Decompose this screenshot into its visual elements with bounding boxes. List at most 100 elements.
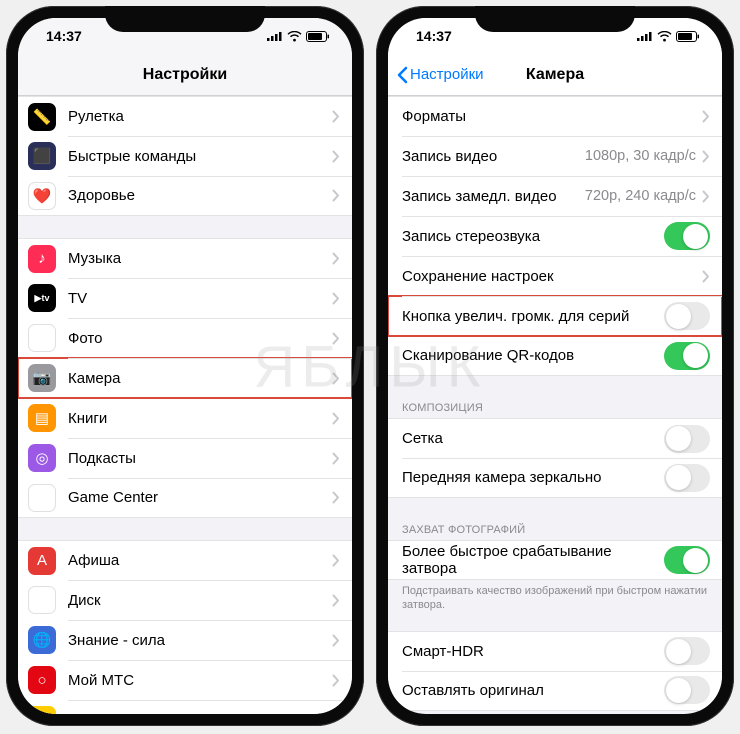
- row-smart-hdr[interactable]: Смарт-HDR: [388, 631, 722, 671]
- row-value: 720p, 240 кадр/с: [585, 188, 696, 204]
- chevron-right-icon: [702, 190, 710, 203]
- chevron-right-icon: [332, 372, 340, 385]
- chevron-right-icon: [332, 150, 340, 163]
- row-label: Сканирование QR-кодов: [402, 347, 664, 364]
- row-books[interactable]: ▤ Книги: [18, 398, 352, 438]
- row-znanie[interactable]: 🌐 Знание - сила: [18, 620, 352, 660]
- toggle-grid[interactable]: [664, 425, 710, 453]
- row-label: Камера: [68, 370, 332, 387]
- row-podcasts[interactable]: ◎ Подкасты: [18, 438, 352, 478]
- row-afisha[interactable]: A Афиша: [18, 540, 352, 580]
- back-label: Настройки: [410, 66, 484, 83]
- mymts-icon: ○: [28, 666, 56, 694]
- group-3: A Афиша ☁ Диск 🌐 Знание - сила ○ Мой МТС…: [18, 540, 352, 714]
- chevron-right-icon: [332, 594, 340, 607]
- hdr-footer: Смарт-HDR смешивает лучшие фрагменты тре…: [388, 711, 722, 714]
- row-qr[interactable]: Сканирование QR-кодов: [388, 336, 722, 376]
- row-record-slomo[interactable]: Запись замедл. видео 720p, 240 кадр/с: [388, 176, 722, 216]
- row-label: TV: [68, 290, 332, 307]
- row-gamecenter[interactable]: ● Game Center: [18, 478, 352, 518]
- row-label: Сетка: [402, 430, 664, 447]
- row-formats[interactable]: Форматы: [388, 96, 722, 136]
- gamecenter-icon: ●: [28, 484, 56, 512]
- camera-settings-list[interactable]: Форматы Запись видео 1080p, 30 кадр/с За…: [388, 96, 722, 714]
- row-music[interactable]: ♪ Музыка: [18, 238, 352, 278]
- row-keep-original[interactable]: Оставлять оригинал: [388, 671, 722, 711]
- shortcuts-icon: ⬛: [28, 142, 56, 170]
- row-health[interactable]: ❤️ Здоровье: [18, 176, 352, 216]
- signal-icon: [637, 31, 653, 41]
- row-volume-burst[interactable]: Кнопка увелич. громк. для серий: [388, 296, 722, 336]
- chevron-right-icon: [332, 714, 340, 715]
- toggle-mirror-front[interactable]: [664, 464, 710, 492]
- chevron-right-icon: [332, 332, 340, 345]
- toggle-qr[interactable]: [664, 342, 710, 370]
- znanie-icon: 🌐: [28, 626, 56, 654]
- status-time: 14:37: [46, 28, 82, 44]
- chevron-right-icon: [702, 270, 710, 283]
- chevron-right-icon: [702, 110, 710, 123]
- wifi-icon: [657, 31, 672, 42]
- row-label: Подкасты: [68, 450, 332, 467]
- navigator-icon: ➤: [28, 706, 56, 714]
- row-grid[interactable]: Сетка: [388, 418, 722, 458]
- row-label: Сохранение настроек: [402, 268, 702, 285]
- settings-list[interactable]: 📏 Рулетка ⬛ Быстрые команды ❤️ Здоровье …: [18, 96, 352, 714]
- composition-group: КОМПОЗИЦИЯ Сетка Передняя камера зеркаль…: [388, 398, 722, 498]
- toggle-faster-shutter[interactable]: [664, 546, 710, 574]
- capture-header: ЗАХВАТ ФОТОГРАФИЙ: [388, 520, 722, 540]
- chevron-right-icon: [332, 252, 340, 265]
- screen-right: 14:37 Настройки Камера Форматы Запись ви…: [388, 18, 722, 714]
- battery-icon: [676, 31, 700, 42]
- row-photos[interactable]: ✿ Фото: [18, 318, 352, 358]
- chevron-left-icon: [396, 66, 408, 84]
- nav-bar-right: Настройки Камера: [388, 54, 722, 96]
- books-icon: ▤: [28, 404, 56, 432]
- row-roulette[interactable]: 📏 Рулетка: [18, 96, 352, 136]
- signal-icon: [267, 31, 283, 41]
- row-value: 1080p, 30 кадр/с: [585, 148, 696, 164]
- row-navigator[interactable]: ➤ Навигатор: [18, 700, 352, 714]
- chevron-right-icon: [332, 452, 340, 465]
- row-shortcuts[interactable]: ⬛ Быстрые команды: [18, 136, 352, 176]
- toggle-stereo[interactable]: [664, 222, 710, 250]
- page-title: Камера: [526, 66, 584, 84]
- toggle-smart-hdr[interactable]: [664, 637, 710, 665]
- group-1: 📏 Рулетка ⬛ Быстрые команды ❤️ Здоровье: [18, 96, 352, 216]
- toggle-keep-original[interactable]: [664, 676, 710, 704]
- chevron-right-icon: [332, 491, 340, 504]
- status-indicators: [267, 31, 330, 42]
- podcasts-icon: ◎: [28, 444, 56, 472]
- row-stereo[interactable]: Запись стереозвука: [388, 216, 722, 256]
- notch: [105, 6, 265, 32]
- row-label: Запись видео: [402, 148, 585, 165]
- row-label: Оставлять оригинал: [402, 682, 664, 699]
- row-disk[interactable]: ☁ Диск: [18, 580, 352, 620]
- page-title: Настройки: [143, 66, 227, 84]
- row-label: Книги: [68, 410, 332, 427]
- row-faster-shutter[interactable]: Более быстрое срабатывание затвора: [388, 540, 722, 580]
- afisha-icon: A: [28, 547, 56, 575]
- row-mirror-front[interactable]: Передняя камера зеркально: [388, 458, 722, 498]
- chevron-right-icon: [702, 150, 710, 163]
- toggle-volume-burst[interactable]: [664, 302, 710, 330]
- nav-bar-left: Настройки: [18, 54, 352, 96]
- chevron-right-icon: [332, 189, 340, 202]
- row-mymts[interactable]: ○ Мой МТС: [18, 660, 352, 700]
- chevron-right-icon: [332, 634, 340, 647]
- row-label: Здоровье: [68, 187, 332, 204]
- back-button[interactable]: Настройки: [396, 66, 484, 84]
- row-tv[interactable]: ▶tv TV: [18, 278, 352, 318]
- row-record-video[interactable]: Запись видео 1080p, 30 кадр/с: [388, 136, 722, 176]
- chevron-right-icon: [332, 674, 340, 687]
- battery-icon: [306, 31, 330, 42]
- row-label: Фото: [68, 330, 332, 347]
- capture-footer: Подстраивать качество изображений при бы…: [388, 580, 722, 621]
- row-label: Передняя камера зеркально: [402, 469, 664, 486]
- row-label: Мой МТС: [68, 672, 332, 689]
- camera-group-1: Форматы Запись видео 1080p, 30 кадр/с За…: [388, 96, 722, 376]
- photos-icon: ✿: [28, 324, 56, 352]
- row-label: Навигатор: [68, 712, 332, 715]
- row-preserve[interactable]: Сохранение настроек: [388, 256, 722, 296]
- row-camera[interactable]: 📷 Камера: [18, 358, 352, 398]
